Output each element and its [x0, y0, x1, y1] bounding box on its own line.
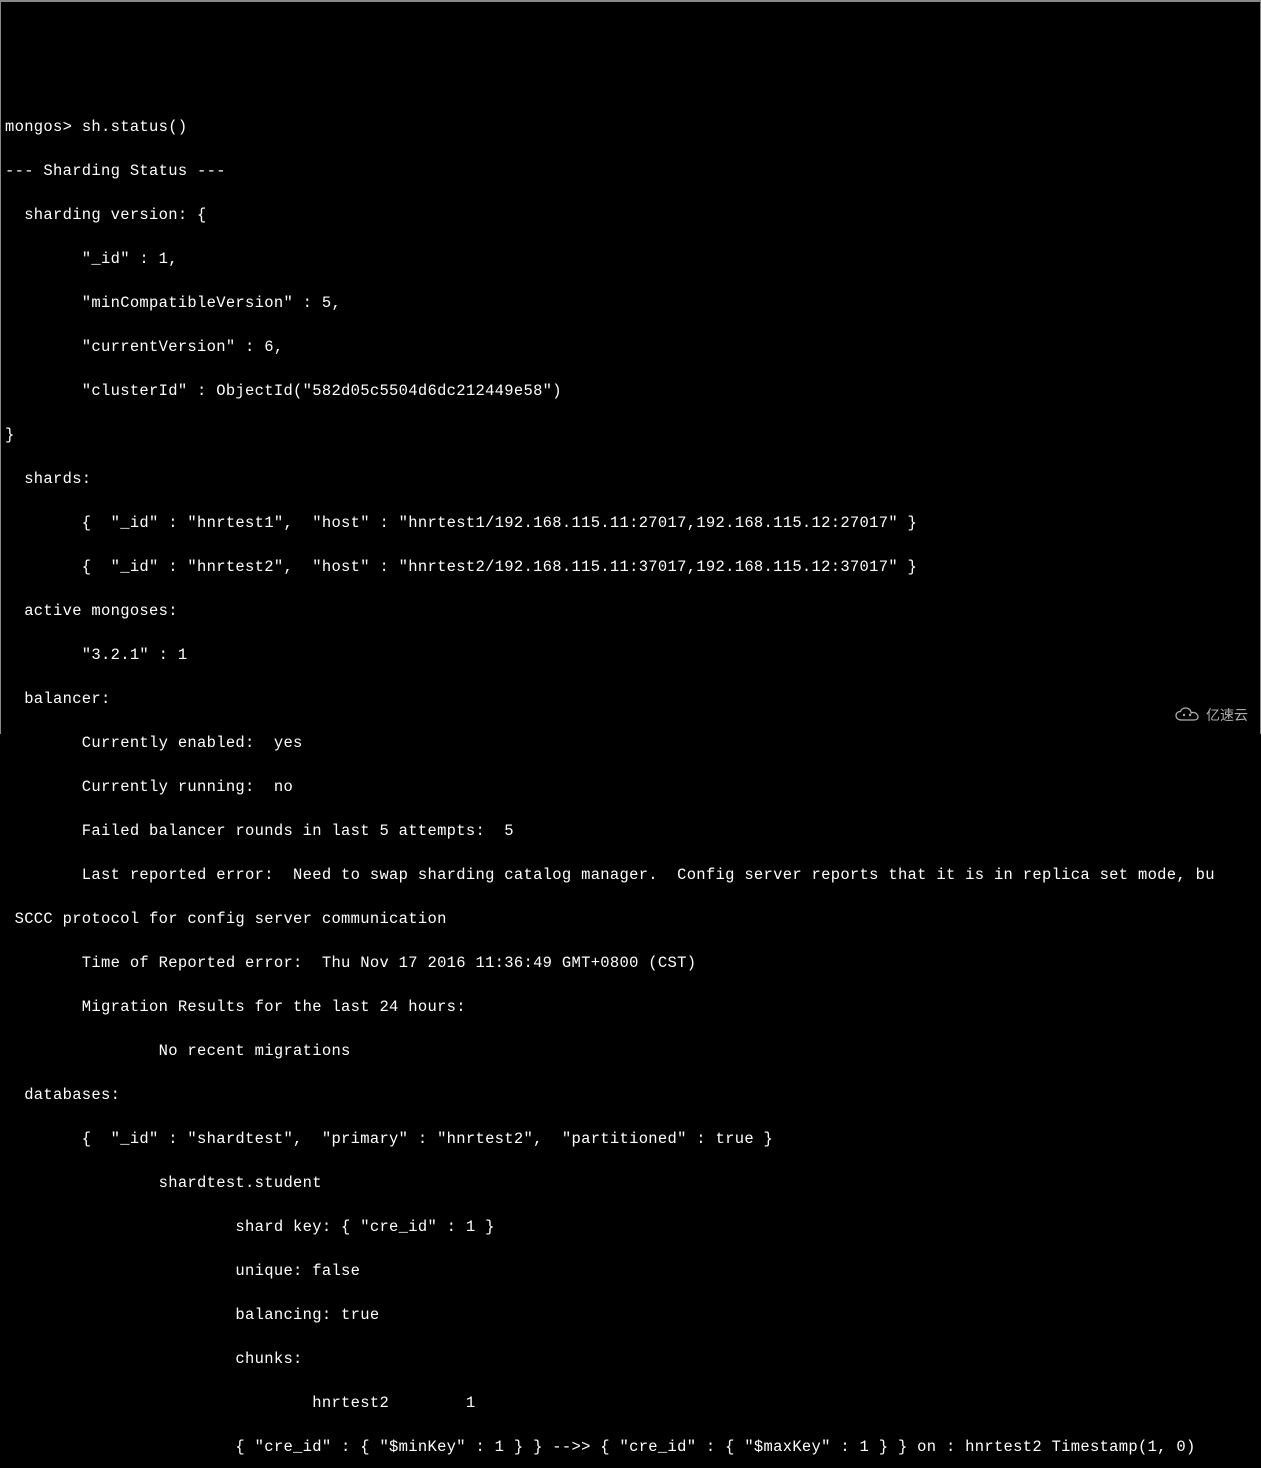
output-line: "3.2.1" : 1 — [5, 644, 1256, 666]
output-line: balancing: true — [5, 1304, 1256, 1326]
output-line: Currently enabled: yes — [5, 732, 1256, 754]
output-line: "minCompatibleVersion" : 5, — [5, 292, 1256, 314]
output-line: unique: false — [5, 1260, 1256, 1282]
output-line: { "_id" : "shardtest", "primary" : "hnrt… — [5, 1128, 1256, 1150]
output-line: hnrtest2 1 — [5, 1392, 1256, 1414]
output-line: Currently running: no — [5, 776, 1256, 798]
terminal-output[interactable]: mongos> sh.status() --- Sharding Status … — [1, 90, 1260, 1468]
output-line: No recent migrations — [5, 1040, 1256, 1062]
command-text: sh.status() — [82, 118, 188, 136]
output-line: { "_id" : "hnrtest2", "host" : "hnrtest2… — [5, 556, 1256, 578]
output-line: databases: — [5, 1084, 1256, 1106]
prompt: mongos> — [5, 118, 82, 136]
output-line: SCCC protocol for config server communic… — [5, 908, 1256, 930]
prompt-line: mongos> sh.status() — [5, 116, 1256, 138]
output-line: shardtest.student — [5, 1172, 1256, 1194]
output-line: { "cre_id" : { "$minKey" : 1 } } -->> { … — [5, 1436, 1256, 1458]
output-line: shard key: { "cre_id" : 1 } — [5, 1216, 1256, 1238]
output-line: "currentVersion" : 6, — [5, 336, 1256, 358]
watermark-text: 亿速云 — [1206, 704, 1248, 726]
output-line: Migration Results for the last 24 hours: — [5, 996, 1256, 1018]
output-line: "clusterId" : ObjectId("582d05c5504d6dc2… — [5, 380, 1256, 402]
output-line: "_id" : 1, — [5, 248, 1256, 270]
output-line: Failed balancer rounds in last 5 attempt… — [5, 820, 1256, 842]
output-line: Time of Reported error: Thu Nov 17 2016 … — [5, 952, 1256, 974]
output-line: balancer: — [5, 688, 1256, 710]
output-line: Last reported error: Need to swap shardi… — [5, 864, 1256, 886]
cloud-icon — [1174, 707, 1202, 723]
output-line: active mongoses: — [5, 600, 1256, 622]
output-line: } — [5, 424, 1256, 446]
output-line: shards: — [5, 468, 1256, 490]
watermark: 亿速云 — [1174, 704, 1248, 726]
output-line: chunks: — [5, 1348, 1256, 1370]
output-line: sharding version: { — [5, 204, 1256, 226]
output-line: --- Sharding Status --- — [5, 160, 1256, 182]
output-line: { "_id" : "hnrtest1", "host" : "hnrtest1… — [5, 512, 1256, 534]
